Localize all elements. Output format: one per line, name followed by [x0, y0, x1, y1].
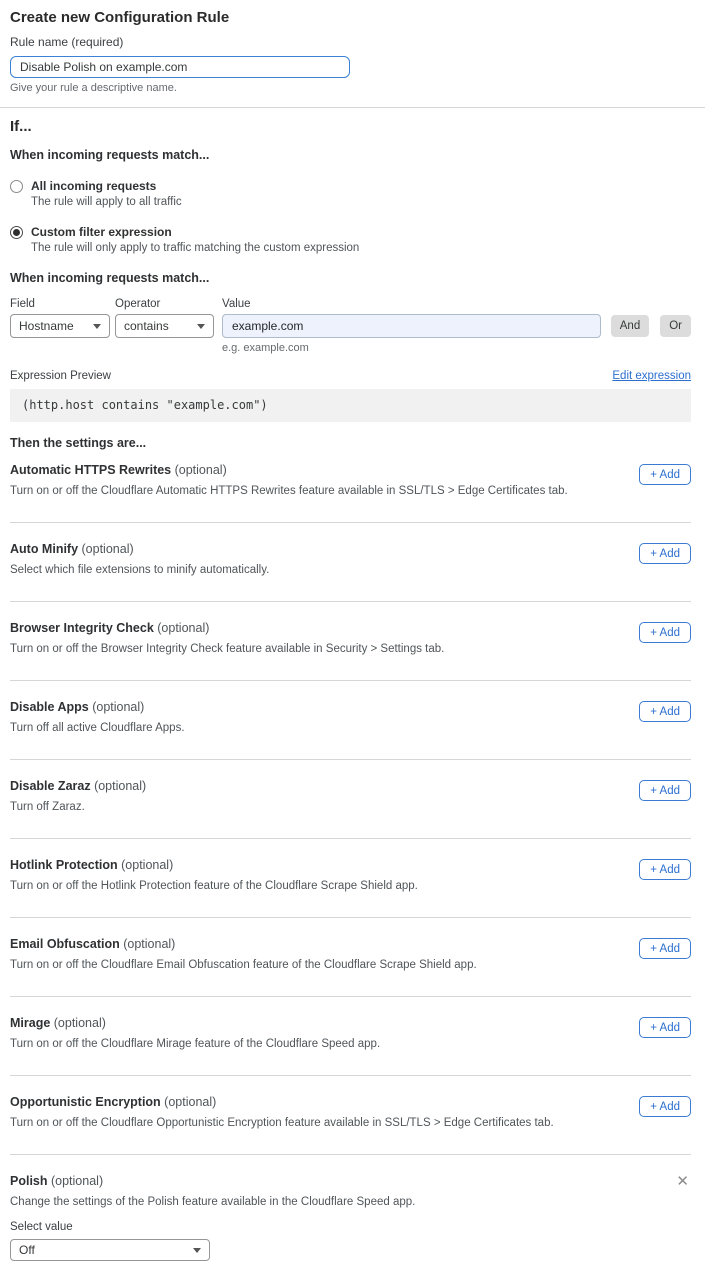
- setting-title: Polish (optional): [10, 1174, 674, 1189]
- optional-tag: (optional): [120, 937, 176, 951]
- rule-name-input[interactable]: [10, 56, 350, 78]
- setting-row-browser-integrity-check: Browser Integrity Check (optional) Turn …: [10, 602, 691, 681]
- value-input[interactable]: [222, 314, 601, 338]
- and-button[interactable]: And: [611, 315, 649, 337]
- setting-title: Disable Zaraz (optional): [10, 779, 146, 794]
- close-icon[interactable]: ✕: [674, 1174, 691, 1189]
- setting-title: Opportunistic Encryption (optional): [10, 1095, 554, 1110]
- radio-description: The rule will only apply to traffic matc…: [31, 242, 359, 255]
- add-button[interactable]: + Add: [639, 859, 691, 880]
- optional-tag: (optional): [118, 858, 174, 872]
- chevron-down-icon: [193, 1248, 201, 1253]
- field-select-value: Hostname: [19, 319, 74, 333]
- radio-description: The rule will apply to all traffic: [31, 196, 182, 209]
- then-settings-heading: Then the settings are...: [10, 436, 691, 451]
- setting-description: Turn on or off the Browser Integrity Che…: [10, 643, 444, 656]
- operator-label: Operator: [115, 298, 222, 310]
- polish-select-label: Select value: [10, 1221, 674, 1234]
- setting-title: Hotlink Protection (optional): [10, 858, 418, 873]
- setting-row-auto-minify: Auto Minify (optional) Select which file…: [10, 523, 691, 602]
- expression-preview-code: (http.host contains "example.com"): [10, 389, 691, 422]
- request-match-radio-group: All incoming requests The rule will appl…: [10, 179, 691, 255]
- add-button[interactable]: + Add: [639, 543, 691, 564]
- optional-tag: (optional): [171, 463, 227, 477]
- setting-title: Automatic HTTPS Rewrites (optional): [10, 463, 568, 478]
- setting-title: Email Obfuscation (optional): [10, 937, 477, 952]
- field-select[interactable]: Hostname: [10, 314, 110, 338]
- chevron-down-icon: [197, 324, 205, 329]
- optional-tag: (optional): [91, 779, 147, 793]
- setting-row-email-obfuscation: Email Obfuscation (optional) Turn on or …: [10, 918, 691, 997]
- radio-label: All incoming requests: [31, 179, 182, 193]
- setting-row-automatic-https-rewrites: Automatic HTTPS Rewrites (optional) Turn…: [10, 451, 691, 523]
- expression-builder-row: Hostname contains And Or: [10, 314, 691, 338]
- add-button[interactable]: + Add: [639, 701, 691, 722]
- optional-tag: (optional): [154, 621, 210, 635]
- polish-value-select[interactable]: Off: [10, 1239, 210, 1261]
- or-button[interactable]: Or: [660, 315, 691, 337]
- settings-list: Automatic HTTPS Rewrites (optional) Turn…: [10, 451, 691, 1261]
- setting-title: Disable Apps (optional): [10, 700, 185, 715]
- chevron-down-icon: [93, 324, 101, 329]
- if-heading: If...: [10, 118, 691, 136]
- expression-preview-header: Expression Preview Edit expression: [10, 370, 691, 382]
- optional-tag: (optional): [89, 700, 145, 714]
- polish-select-value: Off: [19, 1243, 35, 1257]
- expression-preview-label: Expression Preview: [10, 370, 111, 382]
- add-button[interactable]: + Add: [639, 1096, 691, 1117]
- radio-unchecked-icon[interactable]: [10, 180, 23, 193]
- create-configuration-rule-page: Create new Configuration Rule Rule name …: [0, 0, 705, 1261]
- section-divider: [0, 107, 705, 108]
- setting-title: Auto Minify (optional): [10, 542, 269, 557]
- radio-custom-filter-expression[interactable]: Custom filter expression The rule will o…: [10, 225, 691, 255]
- add-button[interactable]: + Add: [639, 464, 691, 485]
- value-label: Value: [222, 298, 251, 310]
- setting-title: Mirage (optional): [10, 1016, 380, 1031]
- setting-description: Turn off all active Cloudflare Apps.: [10, 722, 185, 735]
- expression-builder-labels: Field Operator Value: [10, 298, 691, 310]
- setting-row-polish: Polish (optional) Change the settings of…: [10, 1155, 691, 1261]
- setting-description: Turn on or off the Cloudflare Opportunis…: [10, 1117, 554, 1130]
- optional-tag: (optional): [78, 542, 134, 556]
- add-button[interactable]: + Add: [639, 938, 691, 959]
- match-heading: When incoming requests match...: [10, 148, 691, 163]
- setting-description: Turn on or off the Cloudflare Automatic …: [10, 485, 568, 498]
- optional-tag: (optional): [48, 1174, 104, 1188]
- setting-description: Change the settings of the Polish featur…: [10, 1196, 674, 1209]
- setting-description: Turn off Zaraz.: [10, 801, 146, 814]
- setting-row-disable-zaraz: Disable Zaraz (optional) Turn off Zaraz.…: [10, 760, 691, 839]
- optional-tag: (optional): [161, 1095, 217, 1109]
- radio-label: Custom filter expression: [31, 225, 359, 239]
- edit-expression-link[interactable]: Edit expression: [612, 370, 691, 382]
- page-title: Create new Configuration Rule: [10, 9, 691, 27]
- rule-name-label: Rule name (required): [10, 35, 691, 49]
- radio-all-incoming-requests[interactable]: All incoming requests The rule will appl…: [10, 179, 691, 209]
- setting-description: Turn on or off the Cloudflare Mirage fea…: [10, 1038, 380, 1051]
- setting-description: Select which file extensions to minify a…: [10, 564, 269, 577]
- setting-title: Browser Integrity Check (optional): [10, 621, 444, 636]
- setting-description: Turn on or off the Hotlink Protection fe…: [10, 880, 418, 893]
- setting-row-hotlink-protection: Hotlink Protection (optional) Turn on or…: [10, 839, 691, 918]
- operator-select[interactable]: contains: [115, 314, 214, 338]
- value-helper: e.g. example.com: [222, 342, 691, 354]
- add-button[interactable]: + Add: [639, 622, 691, 643]
- optional-tag: (optional): [50, 1016, 106, 1030]
- expression-builder-heading: When incoming requests match...: [10, 271, 691, 286]
- setting-row-opportunistic-encryption: Opportunistic Encryption (optional) Turn…: [10, 1076, 691, 1155]
- operator-select-value: contains: [124, 319, 169, 333]
- setting-row-disable-apps: Disable Apps (optional) Turn off all act…: [10, 681, 691, 760]
- setting-description: Turn on or off the Cloudflare Email Obfu…: [10, 959, 477, 972]
- rule-name-helper: Give your rule a descriptive name.: [10, 82, 691, 95]
- radio-checked-icon[interactable]: [10, 226, 23, 239]
- field-label: Field: [10, 298, 115, 310]
- add-button[interactable]: + Add: [639, 1017, 691, 1038]
- add-button[interactable]: + Add: [639, 780, 691, 801]
- setting-row-mirage: Mirage (optional) Turn on or off the Clo…: [10, 997, 691, 1076]
